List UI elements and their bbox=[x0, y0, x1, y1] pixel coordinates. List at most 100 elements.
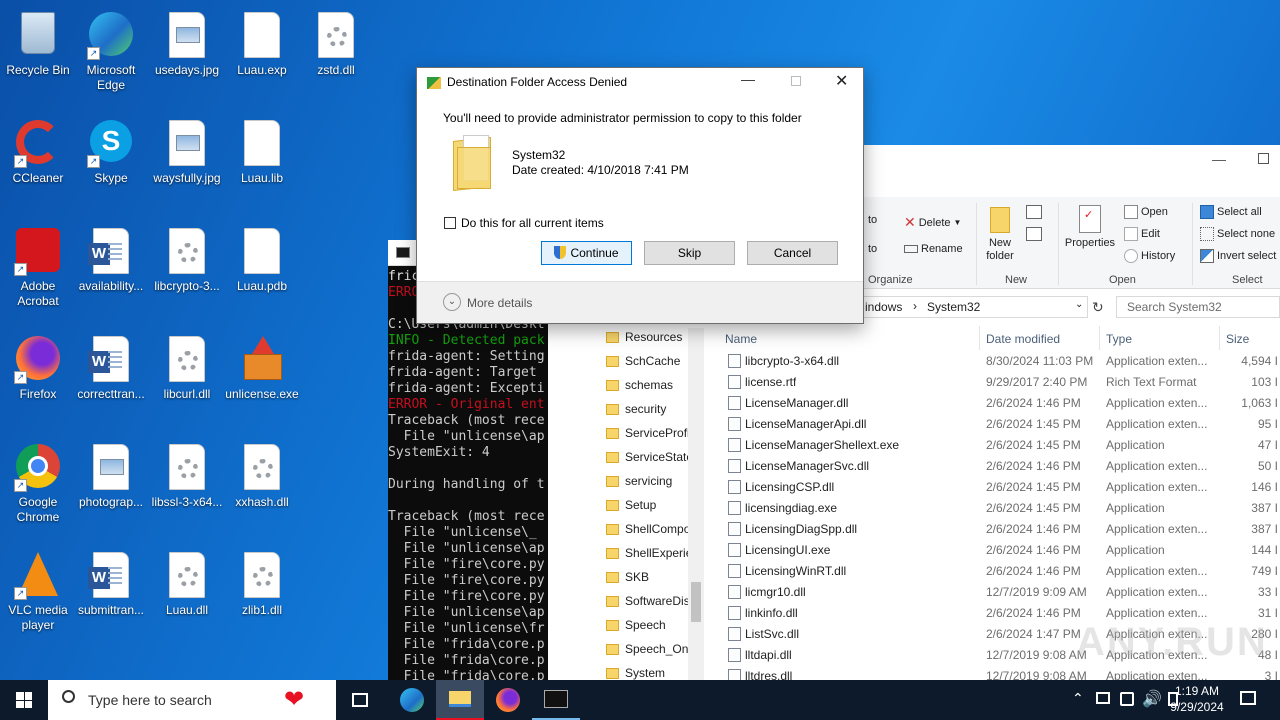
delete-button[interactable]: ✕ Delete ▼ bbox=[904, 214, 961, 231]
clock[interactable]: 1:19 AM 9/29/2024 bbox=[1162, 683, 1232, 715]
desktop-icon[interactable]: libcurl.dll bbox=[149, 332, 225, 402]
address-dropdown-icon[interactable]: ⌄ bbox=[1075, 299, 1083, 310]
file-row[interactable]: libcrypto-3-x64.dll 8/30/2024 11:03 PM App… bbox=[548, 351, 1280, 372]
dialog-message: You'll need to provide administrator per… bbox=[443, 111, 802, 125]
apply-all-label[interactable]: Do this for all current items bbox=[461, 216, 604, 230]
desktop-icon[interactable]: ↗ Google Chrome bbox=[0, 440, 76, 525]
column-name[interactable]: Name bbox=[725, 332, 757, 346]
address-part-system32[interactable]: System32 bbox=[927, 300, 980, 314]
history-button[interactable]: History bbox=[1124, 249, 1175, 263]
more-details-link[interactable]: More details bbox=[467, 296, 532, 310]
volume-icon[interactable]: 🔊 bbox=[1142, 689, 1162, 709]
properties-button[interactable]: ✓ Properties bbox=[1062, 205, 1118, 249]
column-size[interactable]: Size bbox=[1226, 332, 1249, 346]
desktop-icon[interactable]: usedays.jpg bbox=[149, 8, 225, 78]
desktop-icon[interactable]: xxhash.dll bbox=[224, 440, 300, 510]
select-none-button[interactable]: Select none bbox=[1200, 227, 1275, 241]
move-to-button[interactable]: to bbox=[868, 214, 877, 226]
taskbar-terminal[interactable] bbox=[532, 680, 580, 720]
desktop-icon[interactable]: libssl-3-x64... bbox=[149, 440, 225, 510]
taskbar-file-explorer[interactable] bbox=[436, 680, 484, 720]
network-icon[interactable] bbox=[1096, 692, 1110, 704]
nav-folder-item[interactable]: Resources bbox=[606, 325, 688, 349]
file-name: LicenseManager.dll bbox=[745, 396, 849, 410]
copy-to-button[interactable]: to bbox=[868, 243, 877, 255]
desktop-icon[interactable]: Luau.pdb bbox=[224, 224, 300, 294]
desktop-icon[interactable]: zstd.dll bbox=[298, 8, 374, 78]
file-row[interactable]: LicensingWinRT.dll 2/6/2024 1:46 PM Applic… bbox=[548, 561, 1280, 582]
taskbar-edge[interactable] bbox=[388, 680, 436, 720]
search-box[interactable]: Search System32 bbox=[1116, 296, 1280, 318]
open-button[interactable]: Open bbox=[1124, 205, 1168, 219]
desktop-icon-label: Skype bbox=[94, 171, 128, 185]
continue-button[interactable]: Continue bbox=[541, 241, 632, 265]
expand-chevron-icon[interactable]: ⌄ bbox=[443, 293, 461, 311]
taskbar-firefox[interactable] bbox=[484, 680, 532, 720]
new-folder-button[interactable]: New folder bbox=[982, 207, 1018, 263]
access-denied-dialog[interactable]: Destination Folder Access Denied — ✕ You… bbox=[416, 67, 864, 324]
cancel-button[interactable]: Cancel bbox=[747, 241, 838, 265]
file-icon bbox=[728, 396, 741, 410]
skip-button[interactable]: Skip bbox=[644, 241, 735, 265]
dialog-minimize-button[interactable]: — bbox=[741, 71, 755, 87]
desktop-icon[interactable]: Wsubmittran... bbox=[73, 548, 149, 618]
file-row[interactable]: LicenseManager.dll 2/6/2024 1:46 PM Applic… bbox=[548, 393, 1280, 414]
dialog-close-button[interactable]: ✕ bbox=[835, 71, 848, 91]
desktop-icon[interactable]: waysfully.jpg bbox=[149, 116, 225, 186]
desktop-icon[interactable]: Luau.exp bbox=[224, 8, 300, 78]
file-row[interactable]: license.rtf 9/29/2017 2:40 PM Rich Text Fo… bbox=[548, 372, 1280, 393]
desktop-icon[interactable]: Wcorrecttran... bbox=[73, 332, 149, 402]
desktop-icon[interactable]: unlicense.exe bbox=[224, 332, 300, 402]
desktop-icon[interactable]: Luau.dll bbox=[149, 548, 225, 618]
edit-icon bbox=[1124, 227, 1138, 241]
file-row[interactable]: licensingdiag.exe 2/6/2024 1:45 PM Applica… bbox=[548, 498, 1280, 519]
easy-access-icon[interactable] bbox=[1026, 227, 1042, 241]
desktop-icon[interactable]: ↗ Microsoft Edge bbox=[73, 8, 149, 93]
desktop-icon[interactable]: Wavailability... bbox=[73, 224, 149, 294]
minimize-button[interactable]: — bbox=[1212, 151, 1226, 167]
select-all-button[interactable]: Select all bbox=[1200, 205, 1262, 219]
file-row[interactable]: LicensingUI.exe 2/6/2024 1:46 PM Applicati… bbox=[548, 540, 1280, 561]
desktop-icon[interactable]: ↗ VLC media player bbox=[0, 548, 76, 633]
notifications-icon[interactable] bbox=[1240, 691, 1256, 705]
desktop-icon[interactable]: Recycle Bin bbox=[0, 8, 76, 78]
desktop-icon-label: Google Chrome bbox=[16, 495, 60, 524]
file-row[interactable]: licmgr10.dll 12/7/2019 9:09 AM Application… bbox=[548, 582, 1280, 603]
edit-button[interactable]: Edit bbox=[1124, 227, 1160, 241]
rename-button[interactable]: Rename bbox=[904, 243, 963, 255]
taskbar-search-box[interactable]: Type here to search ❤ bbox=[48, 680, 336, 720]
desktop-icon[interactable]: libcrypto-3... bbox=[149, 224, 225, 294]
file-icon bbox=[728, 564, 741, 578]
invert-selection-button[interactable]: Invert select bbox=[1200, 249, 1276, 263]
folder-date-created: Date created: 4/10/2018 7:41 PM bbox=[512, 163, 689, 177]
file-size: 144 I bbox=[1251, 543, 1278, 557]
task-view-button[interactable] bbox=[336, 680, 384, 720]
desktop-icon[interactable]: S ↗ Skype bbox=[73, 116, 149, 186]
show-hidden-icons-button[interactable]: ⌃ bbox=[1072, 690, 1084, 707]
column-date[interactable]: Date modified bbox=[986, 332, 1060, 346]
open-icon bbox=[1124, 205, 1138, 219]
apply-all-checkbox[interactable] bbox=[444, 217, 456, 229]
ethernet-icon[interactable] bbox=[1120, 692, 1134, 706]
file-row[interactable]: LicensingCSP.dll 2/6/2024 1:45 PM Applicat… bbox=[548, 477, 1280, 498]
desktop-icon[interactable]: ↗ Firefox bbox=[0, 332, 76, 402]
file-icon bbox=[728, 354, 741, 368]
desktop-icon[interactable]: Luau.lib bbox=[224, 116, 300, 186]
desktop-icon[interactable]: ↗ Adobe Acrobat bbox=[0, 224, 76, 309]
new-item-icon[interactable] bbox=[1026, 205, 1042, 219]
file-row[interactable]: LicensingDiagSpp.dll 2/6/2024 1:46 PM Appl… bbox=[548, 519, 1280, 540]
desktop-icon[interactable]: ↗ CCleaner bbox=[0, 116, 76, 186]
column-type[interactable]: Type bbox=[1106, 332, 1132, 346]
file-icon bbox=[728, 501, 741, 515]
desktop-icon[interactable]: photograp... bbox=[73, 440, 149, 510]
address-part-windows[interactable]: indows bbox=[865, 300, 902, 314]
file-name: ListSvc.dll bbox=[745, 627, 800, 641]
start-button[interactable] bbox=[0, 680, 48, 720]
file-row[interactable]: LicenseManagerSvc.dll 2/6/2024 1:46 PM App… bbox=[548, 456, 1280, 477]
refresh-button[interactable]: ↻ bbox=[1092, 299, 1104, 316]
file-row[interactable]: LicenseManagerShellext.exe 2/6/2024 1:45 … bbox=[548, 435, 1280, 456]
edge-icon bbox=[400, 688, 424, 712]
desktop-icon[interactable]: zlib1.dll bbox=[224, 548, 300, 618]
maximize-button[interactable] bbox=[1258, 153, 1269, 164]
file-row[interactable]: LicenseManagerApi.dll 2/6/2024 1:45 PM App… bbox=[548, 414, 1280, 435]
